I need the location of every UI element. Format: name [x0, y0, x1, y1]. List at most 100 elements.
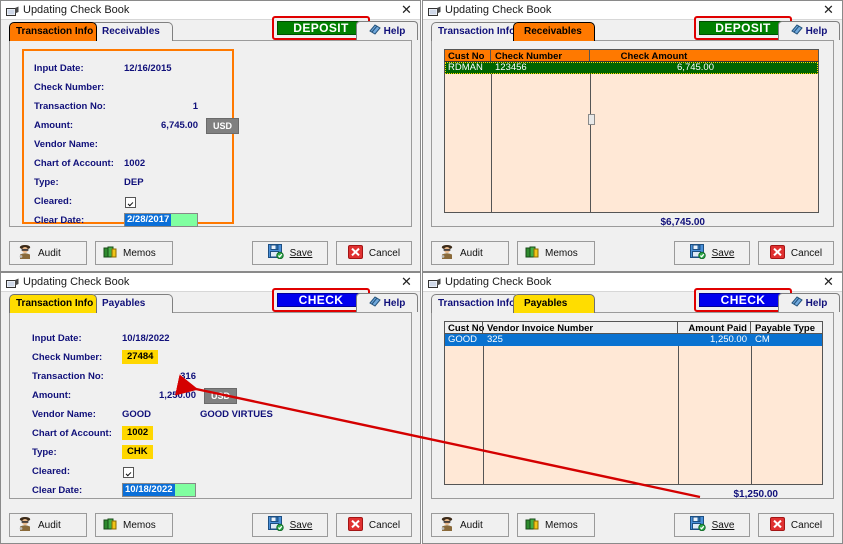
check-button[interactable]: CHECK [277, 293, 365, 307]
cell-cust-no: GOOD [448, 334, 478, 345]
column-header-payable-type[interactable]: Payable Type [755, 322, 815, 335]
deposit-button[interactable]: DEPOSIT [277, 21, 365, 35]
app-icon [428, 4, 441, 16]
clear-date-value: 10/18/2022 [123, 484, 175, 496]
transaction-no-value: 1 [192, 101, 198, 112]
save-button[interactable]: Save [252, 241, 328, 265]
memos-button[interactable]: Memos [517, 241, 595, 265]
tab-transaction-info[interactable]: Transaction Info [9, 294, 97, 313]
chart-of-account-value: 1002 [122, 426, 154, 440]
save-button[interactable]: Save [674, 513, 750, 537]
grid-body: GOOD 325 1,250.00 CM [444, 334, 823, 485]
detective-icon [17, 516, 33, 535]
deposit-button[interactable]: DEPOSIT [699, 21, 787, 35]
audit-label: Audit [38, 247, 61, 259]
cancel-button[interactable]: Cancel [758, 241, 834, 265]
help-button[interactable]: Help [778, 293, 840, 312]
cancel-label: Cancel [790, 247, 823, 259]
field-type: Type: CHK [22, 445, 272, 466]
tab-payables[interactable]: Payables [91, 294, 173, 313]
cell-payable-type: CM [755, 334, 770, 345]
close-icon[interactable]: ✕ [400, 3, 413, 16]
app-icon [6, 4, 19, 16]
cell-invoice-number: 325 [487, 334, 503, 345]
field-amount: Amount: 1,250.00 USD [22, 388, 272, 409]
field-input-date: Input Date: 12/16/2015 [24, 63, 232, 82]
tab-transaction-info[interactable]: Transaction Info [9, 22, 97, 41]
input-date-value: 10/18/2022 [122, 333, 170, 344]
close-icon[interactable]: ✕ [400, 275, 413, 288]
cleared-checkbox[interactable] [123, 467, 134, 478]
detective-icon [439, 244, 455, 263]
memos-label: Memos [545, 247, 578, 259]
tab-payables[interactable]: Payables [513, 294, 595, 313]
tab-transaction-info[interactable]: Transaction Info [431, 22, 519, 41]
audit-button[interactable]: Audit [431, 241, 509, 265]
help-icon [790, 296, 803, 310]
tab-transaction-info[interactable]: Transaction Info [431, 294, 519, 313]
audit-button[interactable]: Audit [9, 513, 87, 537]
column-header-check-amount[interactable]: Check Amount [594, 50, 714, 63]
cleared-checkbox[interactable] [125, 197, 136, 208]
column-header-cust-no[interactable]: Cust No [448, 50, 484, 63]
field-amount: Amount: 6,745.00 USD [24, 118, 240, 139]
tab-receivables[interactable]: Receivables [513, 22, 595, 41]
chart-of-account-value: 1002 [124, 158, 146, 169]
close-icon[interactable]: ✕ [822, 275, 835, 288]
help-label: Help [805, 25, 828, 37]
save-button[interactable]: Save [674, 241, 750, 265]
close-icon[interactable]: ✕ [822, 3, 835, 16]
memos-button[interactable]: Memos [95, 513, 173, 537]
currency-chip[interactable]: USD [204, 388, 238, 404]
clear-date-input[interactable]: 2/28/2017 [124, 213, 198, 227]
table-row[interactable]: RDMAN 123456 6,745.00 [445, 62, 818, 74]
currency-chip[interactable]: USD [206, 118, 240, 134]
transaction-form: Input Date: 12/16/2015 Check Number: Tra… [22, 49, 240, 227]
memos-label: Memos [123, 519, 156, 531]
input-date-label: Input Date: [32, 333, 82, 344]
close-x-icon [347, 244, 363, 262]
help-button[interactable]: Help [356, 293, 418, 312]
cancel-button[interactable]: Cancel [336, 241, 412, 265]
column-splitter-grip[interactable] [588, 114, 595, 125]
field-check-number: Check Number: 27484 [22, 350, 272, 371]
close-x-icon [769, 516, 785, 534]
audit-label: Audit [38, 519, 61, 531]
tab-receivables[interactable]: Receivables [91, 22, 173, 41]
help-button[interactable]: Help [356, 21, 418, 40]
cell-check-amount: 6,745.00 [677, 62, 714, 73]
grid-total: $6,745.00 [660, 217, 706, 228]
transaction-no-label: Transaction No: [34, 101, 106, 112]
books-icon [525, 517, 540, 534]
table-row[interactable]: GOOD 325 1,250.00 CM [445, 334, 822, 346]
save-label: Save [711, 247, 735, 259]
memos-button[interactable]: Memos [95, 241, 173, 265]
receivables-grid[interactable]: RDMAN 123456 6,745.00 Cust No Check Numb… [444, 49, 819, 213]
check-number-label: Check Number: [32, 352, 103, 363]
memos-button[interactable]: Memos [517, 513, 595, 537]
detective-icon [439, 516, 455, 535]
cancel-button[interactable]: Cancel [758, 513, 834, 537]
column-header-check-number[interactable]: Check Number [495, 50, 562, 63]
check-button[interactable]: CHECK [699, 293, 787, 307]
column-header-cust-no[interactable]: Cust No [448, 322, 484, 335]
field-transaction-no: Transaction No: 1 [24, 101, 232, 120]
column-header-amount-paid[interactable]: Amount Paid [681, 322, 747, 335]
cancel-button[interactable]: Cancel [336, 513, 412, 537]
detective-icon [17, 244, 33, 263]
help-button[interactable]: Help [778, 21, 840, 40]
save-button[interactable]: Save [252, 513, 328, 537]
payables-grid[interactable]: GOOD 325 1,250.00 CM Cust No Vendor Invo… [444, 321, 823, 485]
books-icon [525, 245, 540, 262]
grid-header: Cust No Check Number Check Amount [444, 49, 819, 62]
audit-button[interactable]: Audit [431, 513, 509, 537]
column-header-invoice-number[interactable]: Vendor Invoice Number [487, 322, 593, 335]
save-label: Save [289, 519, 313, 531]
audit-label: Audit [460, 519, 483, 531]
field-vendor-name: Vendor Name: [24, 139, 232, 158]
audit-button[interactable]: Audit [9, 241, 87, 265]
field-clear-date: Clear Date: 10/18/2022 [22, 483, 272, 504]
clear-date-input[interactable]: 10/18/2022 [122, 483, 196, 497]
screenshot-root: Updating Check Book ✕ Transaction Info R… [0, 0, 843, 544]
type-value: CHK [122, 445, 153, 459]
